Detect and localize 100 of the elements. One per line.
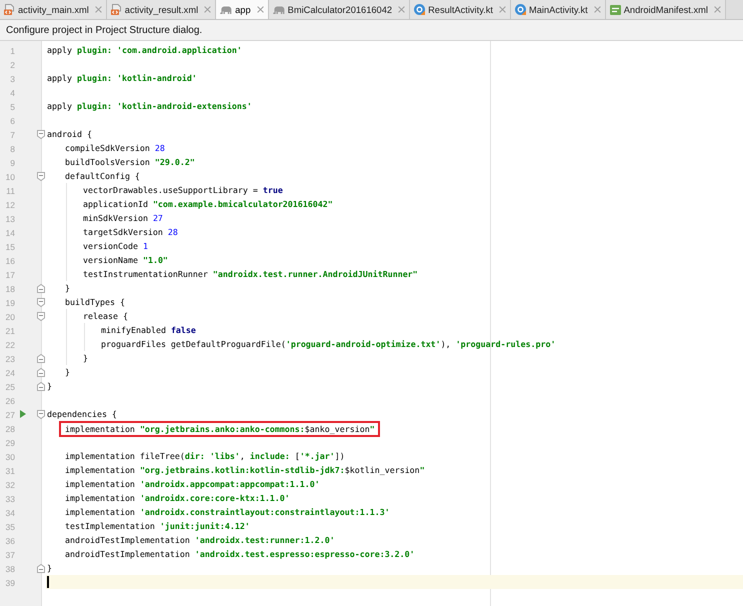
code-line: implementation 'androidx.constraintlayout:constraintlayout:1.1.3' xyxy=(65,506,390,519)
line-number: 5 xyxy=(10,102,15,112)
code-line: versionName "1.0" xyxy=(83,254,168,267)
fold-icon[interactable] xyxy=(37,368,45,376)
code-file-icon xyxy=(4,4,15,15)
code-line: apply plugin: 'kotlin-android-extensions' xyxy=(47,100,252,113)
text-lines-icon xyxy=(610,4,621,14)
line-number: 32 xyxy=(6,480,15,490)
code-line: } xyxy=(83,352,88,365)
code-line: androidTestImplementation 'androidx.test:runner:1.2.0' xyxy=(65,534,335,547)
fold-icon[interactable] xyxy=(37,312,45,320)
line-number: 11 xyxy=(6,186,15,196)
code-line: dependencies { xyxy=(47,408,117,421)
code-line: buildTypes { xyxy=(65,296,125,309)
line-number: 30 xyxy=(6,452,15,462)
code-line: proguardFiles getDefaultProguardFile('proguard-android-optimize.txt'), 'proguard-rules.pro' xyxy=(101,338,556,351)
line-number: 25 xyxy=(6,382,15,392)
banner-message: Configure project in Project Structure dialog. xyxy=(6,24,202,36)
line-number: 33 xyxy=(6,494,15,504)
line-number: 36 xyxy=(6,536,15,546)
line-number: 22 xyxy=(6,340,15,350)
code-line: } xyxy=(65,282,70,295)
line-number: 18 xyxy=(6,284,15,294)
fold-icon[interactable] xyxy=(37,298,45,306)
code-line: defaultConfig { xyxy=(65,170,140,183)
fold-icon[interactable] xyxy=(37,410,45,418)
code-editor[interactable] xyxy=(46,41,743,606)
elephant-icon xyxy=(220,6,232,14)
line-number: 14 xyxy=(6,228,15,238)
code-line: } xyxy=(47,562,52,575)
code-line: implementation "org.jetbrains.anko:anko-commons:$anko_version" xyxy=(65,423,375,435)
line-number: 27 xyxy=(6,410,15,420)
code-line: apply plugin: 'kotlin-android' xyxy=(47,72,197,85)
code-file-icon xyxy=(110,4,122,15)
code-line: minSdkVersion 27 xyxy=(83,212,163,225)
code-line: } xyxy=(47,380,52,393)
fold-icon[interactable] xyxy=(37,284,45,292)
line-number: 17 xyxy=(6,270,15,280)
play-icon[interactable] xyxy=(20,410,26,418)
line-number: 4 xyxy=(10,88,15,98)
close-icon[interactable] xyxy=(256,6,264,13)
line-number: 16 xyxy=(6,256,15,266)
close-icon[interactable] xyxy=(714,6,721,13)
line-number: 9 xyxy=(10,158,15,168)
line-number: 12 xyxy=(6,200,15,210)
code-line: applicationId "com.example.bmicalculator201616042" xyxy=(83,198,333,211)
code-line: implementation "org.jetbrains.kotlin:kotlin-stdlib-jdk7:$kotlin_version" xyxy=(65,464,425,477)
code-line: implementation 'androidx.appcompat:appcompat:1.1.0' xyxy=(65,478,320,491)
line-number: 13 xyxy=(6,214,15,224)
code-line: } xyxy=(65,366,70,379)
line-number: 6 xyxy=(10,116,15,126)
code-line: implementation fileTree(dir: 'libs', include: ['*.jar']) xyxy=(65,450,345,463)
fold-icon[interactable] xyxy=(37,130,45,138)
close-icon[interactable] xyxy=(204,6,212,13)
editor-tab[interactable]: activity_result.xml xyxy=(106,0,216,19)
code-line: compileSdkVersion 28 xyxy=(65,142,165,155)
editor-tab[interactable]: AndroidManifest.xml xyxy=(606,0,726,19)
code-line: testImplementation 'junit:junit:4.12' xyxy=(65,520,250,533)
editor-tab[interactable]: activity_main.xml xyxy=(0,0,107,19)
code-line: buildToolsVersion "29.0.2" xyxy=(65,156,195,169)
code-line: apply plugin: 'com.android.application' xyxy=(47,44,242,57)
fold-icon[interactable] xyxy=(37,172,45,180)
code-line: androidTestImplementation 'androidx.test.espresso:espresso-core:3.2.0' xyxy=(65,548,415,561)
close-icon[interactable] xyxy=(94,6,102,13)
line-number: 1 xyxy=(10,46,15,56)
line-number: 24 xyxy=(6,368,15,378)
editor-tab[interactable]: ResultActivity.kt xyxy=(410,0,511,19)
line-number: 29 xyxy=(6,438,15,448)
ring-icon xyxy=(414,4,426,15)
code-line: vectorDrawables.useSupportLibrary = true xyxy=(83,184,283,197)
line-number: 38 xyxy=(6,564,15,574)
code-line: android { xyxy=(47,128,92,141)
fold-icon[interactable] xyxy=(37,564,45,572)
line-number: 8 xyxy=(10,144,15,154)
line-number: 21 xyxy=(6,326,15,336)
line-number: 10 xyxy=(6,172,15,182)
code-line: release { xyxy=(83,310,128,323)
line-number: 2 xyxy=(10,60,15,70)
editor-tab[interactable]: app xyxy=(216,0,269,19)
line-number: 39 xyxy=(6,578,15,588)
line-number: 23 xyxy=(6,354,15,364)
editor-tab[interactable]: MainActivity.kt xyxy=(510,0,606,19)
fold-icon[interactable] xyxy=(37,354,45,362)
close-icon[interactable] xyxy=(398,6,406,13)
ring-icon xyxy=(514,4,526,15)
close-icon[interactable] xyxy=(594,6,601,13)
line-number: 20 xyxy=(6,312,15,322)
code-line: minifyEnabled false xyxy=(101,324,196,337)
fold-icon[interactable] xyxy=(37,382,45,390)
elephant-icon xyxy=(272,6,285,14)
close-icon[interactable] xyxy=(498,6,506,13)
line-number: 37 xyxy=(6,550,15,560)
line-number: 26 xyxy=(6,396,15,406)
line-number: 15 xyxy=(6,242,15,252)
text-cursor-icon xyxy=(47,576,49,588)
line-number: 31 xyxy=(6,466,15,476)
code-line: versionCode 1 xyxy=(83,240,148,253)
line-number: 7 xyxy=(10,130,15,140)
code-line: implementation 'androidx.core:core-ktx:1.1.0' xyxy=(65,492,290,505)
editor-tab[interactable]: BmiCalculator201616042 xyxy=(268,0,410,19)
